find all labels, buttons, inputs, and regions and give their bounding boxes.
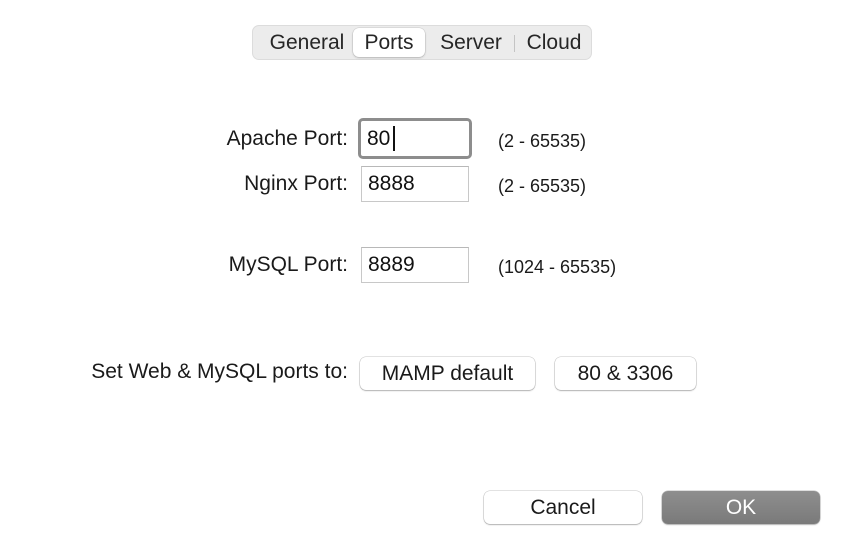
tab-general[interactable]: General	[259, 28, 355, 57]
nginx-port-label: Nginx Port:	[244, 172, 348, 195]
mysql-port-input[interactable]	[361, 247, 469, 283]
preset-ports-label: Set Web & MySQL ports to:	[91, 360, 348, 383]
apache-port-range: (2 - 65535)	[498, 131, 587, 151]
tab-cloud[interactable]: Cloud	[519, 28, 589, 57]
text-cursor	[393, 126, 395, 151]
tab-server[interactable]: Server	[431, 28, 511, 57]
standard-ports-button[interactable]: 80 & 3306	[555, 357, 696, 390]
nginx-port-range: (2 - 65535)	[498, 176, 587, 196]
apache-port-label: Apache Port:	[226, 127, 348, 150]
tab-divider	[514, 35, 515, 52]
mysql-port-range: (1024 - 65535)	[498, 257, 617, 277]
preferences-tab-bar: General Ports Server Cloud	[252, 25, 592, 60]
cancel-button[interactable]: Cancel	[484, 491, 642, 524]
mysql-port-label: MySQL Port:	[228, 253, 348, 276]
mamp-default-button[interactable]: MAMP default	[360, 357, 535, 390]
ok-button[interactable]: OK	[662, 491, 820, 524]
tab-ports[interactable]: Ports	[353, 28, 425, 57]
nginx-port-input[interactable]	[361, 166, 469, 202]
apache-port-input[interactable]	[358, 118, 472, 159]
